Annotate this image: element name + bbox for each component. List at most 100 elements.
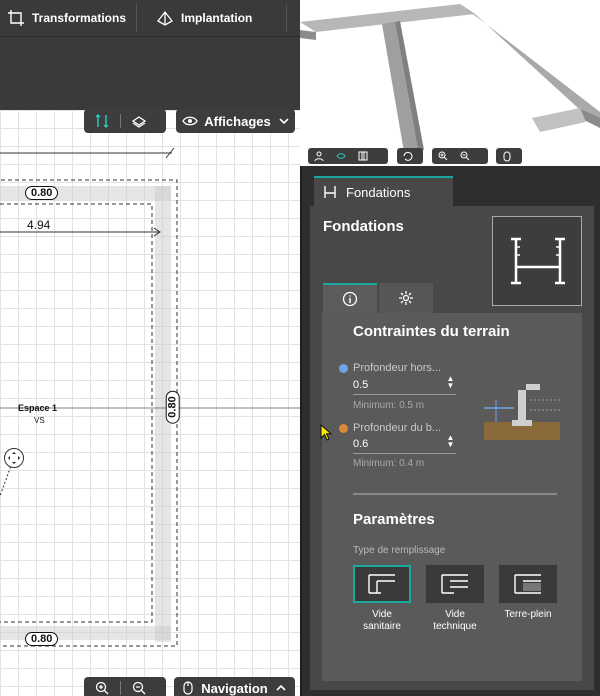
room-name: Espace 1 xyxy=(18,403,58,413)
top-toolbar: Transformations Implantation xyxy=(0,0,300,36)
field2-hint: Minimum: 0.4 m xyxy=(353,458,425,469)
affichages-label: Affichages xyxy=(204,113,271,129)
toolbar-area xyxy=(0,36,300,110)
fill-label-vide-sanitaire: Vide sanitaire xyxy=(347,609,417,633)
zoom-in-icon xyxy=(95,681,109,695)
navigation-dropdown[interactable]: Navigation xyxy=(174,677,295,696)
building-icon xyxy=(358,151,368,161)
fill-label-vide-technique: Vide technique xyxy=(420,609,490,633)
tab-fondations[interactable]: Fondations xyxy=(314,176,453,206)
zoom-out-icon xyxy=(132,681,146,695)
field1-underline xyxy=(353,394,456,395)
wall-thickness-right: 0.80 xyxy=(165,390,180,424)
rotate-icon xyxy=(403,151,413,161)
field1-hint: Minimum: 0.5 m xyxy=(353,400,425,411)
eye-icon xyxy=(182,116,199,126)
implantation-label: Implantation xyxy=(181,11,253,25)
elevation-toggle[interactable] xyxy=(84,109,120,133)
app-root: Transformations Implantation 0.80 4.94 0… xyxy=(0,0,600,696)
view-mode-toggles xyxy=(84,109,166,133)
field1-value[interactable]: 0.5 xyxy=(353,379,368,391)
3d-zoom-in-button[interactable] xyxy=(432,148,454,164)
3d-mouse-button[interactable] xyxy=(496,148,518,164)
fill-option-line1: Vide xyxy=(445,609,465,620)
3d-view[interactable] xyxy=(300,0,600,166)
3d-navigation-control[interactable] xyxy=(496,148,522,164)
3d-zoom-controls xyxy=(432,148,488,164)
wall-thickness-bottom: 0.80 xyxy=(25,632,59,646)
3d-rotate-control[interactable] xyxy=(397,148,423,164)
eye-icon xyxy=(336,153,346,159)
layers-toggle[interactable] xyxy=(121,109,157,133)
implantation-tool[interactable]: Implantation xyxy=(137,0,262,36)
gear-icon xyxy=(399,291,413,305)
mouse-icon xyxy=(503,151,511,161)
panel-body: Fondations Contraintes du terrain Profon… xyxy=(310,206,594,690)
tab-info[interactable] xyxy=(323,283,377,313)
transformations-tool[interactable]: Transformations xyxy=(0,0,136,36)
foundation-preview-icon xyxy=(511,237,565,285)
zoom-out-button[interactable] xyxy=(121,676,157,696)
elevation-icon xyxy=(95,113,109,129)
field2-underline xyxy=(353,453,456,454)
zoom-in-button[interactable] xyxy=(84,676,120,696)
zoom-controls xyxy=(84,677,166,696)
3d-person-button[interactable] xyxy=(308,148,330,164)
chevron-up-icon xyxy=(276,684,286,691)
fill-label-terre-plein: Terre-plein xyxy=(493,609,563,621)
section-divider xyxy=(353,493,557,495)
3d-model xyxy=(300,4,600,152)
zoom-out-icon xyxy=(460,151,470,161)
field2-value[interactable]: 0.6 xyxy=(353,438,368,450)
field2-stepper[interactable]: ▲ ▼ xyxy=(446,434,455,450)
fill-option-line1: Vide xyxy=(372,609,392,620)
fill-option-terre-plein[interactable] xyxy=(499,565,557,603)
field2-label: Profondeur du b... xyxy=(353,422,442,434)
plan-view[interactable]: 0.80 4.94 0.80 Espace 1 VS 0.80 xyxy=(0,110,300,696)
move-handle[interactable] xyxy=(4,448,24,468)
fill-option-line2: sanitaire xyxy=(363,621,401,632)
room-code: VS xyxy=(34,416,45,425)
chevron-down-icon xyxy=(279,118,289,125)
field2-color-dot xyxy=(339,424,348,433)
affichages-dropdown[interactable]: Affichages xyxy=(176,109,295,133)
move-arrows-icon xyxy=(8,452,20,464)
navigation-label: Navigation xyxy=(201,680,268,696)
transform-icon xyxy=(6,8,26,28)
3d-eye-button[interactable] xyxy=(330,148,352,164)
person-icon xyxy=(314,151,324,161)
fill-option-line1: Terre-plein xyxy=(504,609,552,620)
info-icon xyxy=(342,291,358,307)
panel-title: Fondations xyxy=(323,218,404,235)
foundation-icon xyxy=(324,186,336,198)
vide-sanitaire-icon xyxy=(368,574,395,594)
section-parametres: Paramètres xyxy=(353,511,435,528)
terrain-section-diagram xyxy=(484,384,560,440)
vide-technique-icon xyxy=(441,574,468,594)
layers-icon xyxy=(131,116,147,128)
3d-zoom-out-button[interactable] xyxy=(454,148,476,164)
tab-settings[interactable] xyxy=(379,283,433,313)
fill-type-label: Type de remplissage xyxy=(353,545,446,556)
field1-label: Profondeur hors... xyxy=(353,362,442,374)
toolbar-divider xyxy=(286,4,288,32)
field1-stepper[interactable]: ▲ ▼ xyxy=(446,375,455,391)
section-terrain-constraints: Contraintes du terrain xyxy=(353,323,510,340)
fill-option-vide-technique[interactable] xyxy=(426,565,484,603)
foundation-thumbnail xyxy=(492,216,582,306)
rotate-button[interactable] xyxy=(397,148,419,164)
info-content: Contraintes du terrain Profondeur hors..… xyxy=(322,313,582,681)
zoom-in-icon xyxy=(438,151,448,161)
wall-thickness-top: 0.80 xyxy=(25,186,59,200)
implantation-icon xyxy=(155,8,175,28)
terre-plein-icon xyxy=(514,574,541,594)
3d-plan-button[interactable] xyxy=(352,148,374,164)
width-dimension: 4.94 xyxy=(27,218,51,232)
3d-view-modes xyxy=(308,148,388,164)
panel-subtabs xyxy=(323,283,435,313)
fill-option-line2: technique xyxy=(433,621,477,632)
mouse-icon xyxy=(183,681,193,695)
cursor-arrow-icon xyxy=(320,424,333,441)
properties-panel: Fondations Fondations Contraintes du ter… xyxy=(300,166,600,696)
fill-option-vide-sanitaire[interactable] xyxy=(353,565,411,603)
